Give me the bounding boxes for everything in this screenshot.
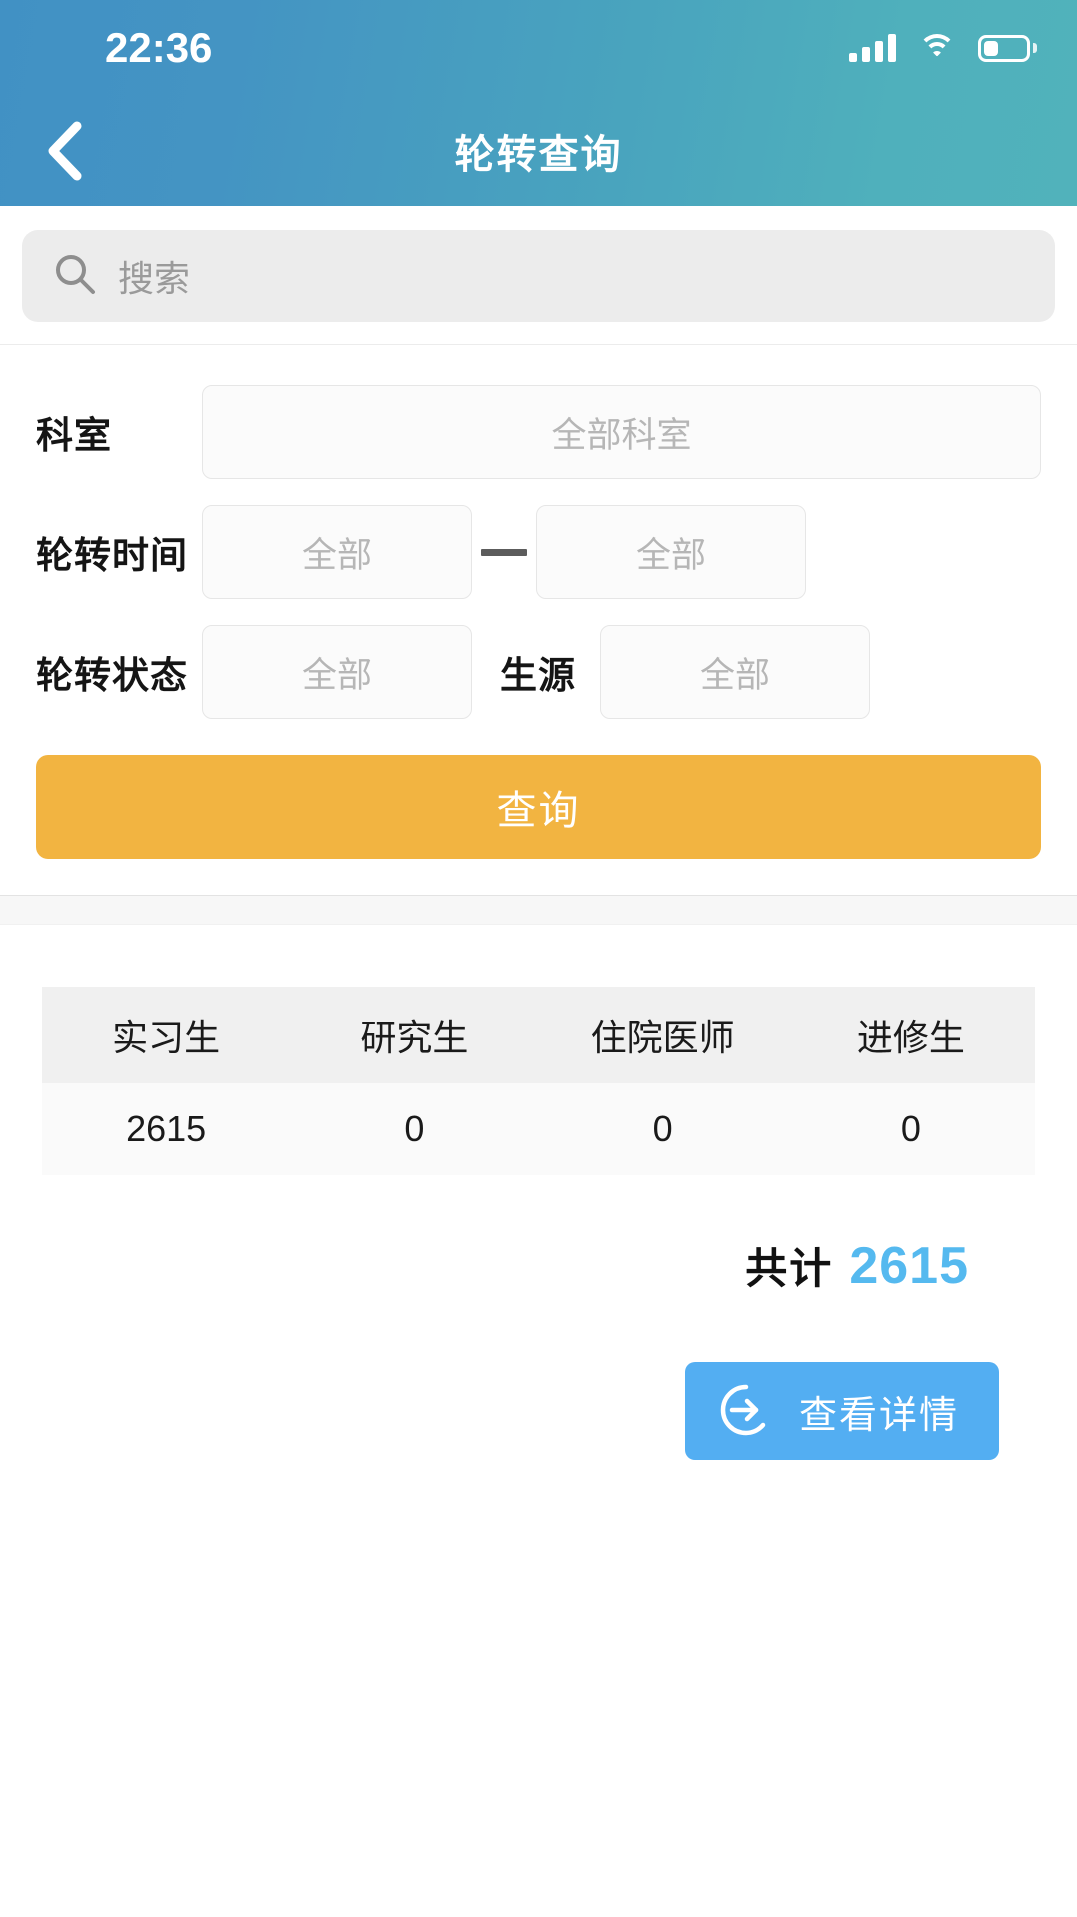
table-cell: 2615 <box>126 1108 207 1149</box>
table-header-cell: 进修生 <box>856 1017 965 1058</box>
signal-bars-icon <box>849 34 896 62</box>
student-source-label: 生源 <box>500 655 576 696</box>
rotation-time-end-select[interactable]: 全部 <box>536 505 806 599</box>
search-section: 搜索 <box>0 206 1077 345</box>
total-label: 共计 <box>745 1245 834 1292</box>
status-bar-icons <box>849 34 1037 62</box>
search-icon <box>54 253 96 300</box>
total-summary: 共计 2615 <box>42 1235 1035 1296</box>
results-table: 实习生 研究生 住院医师 进修生 2615 0 0 0 <box>42 987 1035 1175</box>
status-bar-clock: 22:36 <box>105 24 213 71</box>
table-header-cell: 研究生 <box>360 1017 469 1058</box>
navigation-bar: 轮转查询 <box>0 96 1077 206</box>
filter-row-status-source: 轮转状态 全部 生源 全部 <box>36 625 1041 719</box>
section-divider <box>0 895 1077 925</box>
rotation-time-label: 轮转时间 <box>36 535 188 576</box>
detail-button-row: 查看详情 <box>42 1362 1035 1460</box>
rotation-status-select[interactable]: 全部 <box>202 625 472 719</box>
search-placeholder: 搜索 <box>118 258 191 299</box>
back-button[interactable] <box>30 116 100 186</box>
table-cell: 0 <box>900 1108 921 1149</box>
battery-icon <box>978 34 1037 62</box>
table-header-cell: 住院医师 <box>590 1017 735 1058</box>
arrow-right-circle-icon <box>719 1383 773 1440</box>
department-select[interactable]: 全部科室 <box>202 385 1041 479</box>
results-section: 实习生 研究生 住院医师 进修生 2615 0 0 0 共计 2615 查看详情 <box>0 925 1077 1460</box>
table-row: 2615 0 0 0 <box>42 1083 1035 1175</box>
page-title: 轮转查询 <box>454 133 623 177</box>
rotation-status-label: 轮转状态 <box>36 655 188 696</box>
filter-row-department: 科室 全部科室 <box>36 385 1041 479</box>
app-header: 22:36 轮转查询 <box>0 0 1077 206</box>
filter-row-rotation-time: 轮转时间 全部 全部 <box>36 505 1041 599</box>
table-cell: 0 <box>404 1108 425 1149</box>
total-value: 2615 <box>849 1237 969 1295</box>
view-detail-label: 查看详情 <box>798 1394 959 1437</box>
wifi-icon <box>918 34 956 62</box>
range-separator-icon <box>472 548 536 556</box>
student-source-select[interactable]: 全部 <box>600 625 870 719</box>
search-input[interactable]: 搜索 <box>22 230 1055 322</box>
chevron-left-icon <box>43 120 87 182</box>
table-cell: 0 <box>652 1108 673 1149</box>
query-button[interactable]: 查询 <box>36 755 1041 859</box>
rotation-time-start-select[interactable]: 全部 <box>202 505 472 599</box>
status-bar: 22:36 <box>0 0 1077 96</box>
filter-form: 科室 全部科室 轮转时间 全部 全部 轮转状态 全部 生源 全部 查询 <box>0 345 1077 895</box>
table-header-cell: 实习生 <box>112 1017 221 1058</box>
table-header-row: 实习生 研究生 住院医师 进修生 <box>42 987 1035 1083</box>
department-label: 科室 <box>36 415 112 456</box>
view-detail-button[interactable]: 查看详情 <box>684 1362 999 1460</box>
